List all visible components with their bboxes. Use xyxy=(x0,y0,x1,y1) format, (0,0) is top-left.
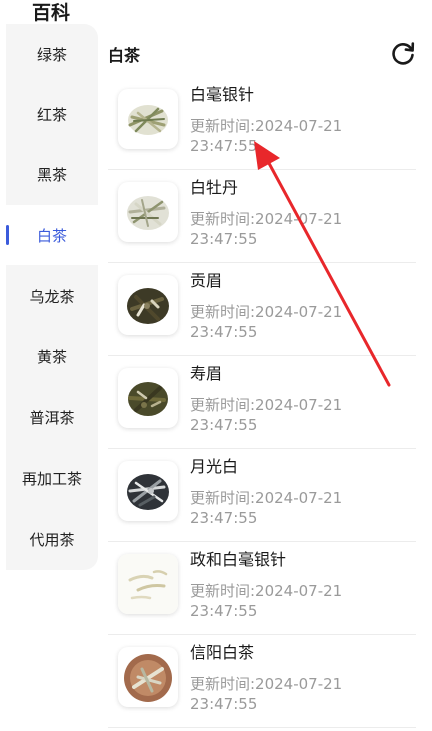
tea-name: 白毫银针 xyxy=(190,85,255,104)
list-item[interactable]: 寿眉 更新时间:2024-07-21 23:47:55 xyxy=(108,355,416,449)
update-time: 更新时间:2024-07-21 23:47:55 xyxy=(190,675,343,713)
page-title: 百科 xyxy=(32,2,71,24)
tea-name: 寿眉 xyxy=(190,364,223,383)
sidebar-item-label: 黄茶 xyxy=(36,347,67,366)
sidebar-item-label: 乌龙茶 xyxy=(29,287,75,306)
update-time: 更新时间:2024-07-21 23:47:55 xyxy=(190,117,343,155)
sidebar-item-label: 普洱茶 xyxy=(29,408,75,427)
sidebar-item-label: 黑茶 xyxy=(36,165,67,184)
update-time: 更新时间:2024-07-21 23:47:55 xyxy=(190,489,343,527)
sidebar-item-label: 白茶 xyxy=(36,226,67,245)
tea-thumbnail xyxy=(118,368,178,428)
sidebar-item-dark-tea[interactable]: 黑茶 xyxy=(6,144,98,204)
tea-name: 贡眉 xyxy=(190,271,223,290)
category-sidebar: 绿茶 红茶 黑茶 白茶 乌龙茶 黄茶 普洱茶 再加工茶 代用茶 xyxy=(6,24,98,570)
tea-name: 月光白 xyxy=(190,457,239,476)
sidebar-item-label: 再加工茶 xyxy=(21,469,82,488)
list-item[interactable]: 贡眉 更新时间:2024-07-21 23:47:55 xyxy=(108,262,416,356)
sidebar-item-substitute-tea[interactable]: 代用茶 xyxy=(6,509,98,569)
list-item[interactable]: 白牡丹 更新时间:2024-07-21 23:47:55 xyxy=(108,169,416,263)
tea-name: 白牡丹 xyxy=(190,178,239,197)
sidebar-item-label: 代用茶 xyxy=(29,530,75,549)
sidebar-item-green-tea[interactable]: 绿茶 xyxy=(6,24,98,84)
tea-thumbnail xyxy=(118,89,178,149)
sidebar-item-oolong-tea[interactable]: 乌龙茶 xyxy=(6,266,98,326)
sidebar-item-yellow-tea[interactable]: 黄茶 xyxy=(6,326,98,386)
tea-thumbnail xyxy=(118,275,178,335)
list-item[interactable]: 政和白毫银针 更新时间:2024-07-21 23:47:55 xyxy=(108,541,416,635)
update-time: 更新时间:2024-07-21 23:47:55 xyxy=(190,303,343,341)
sidebar-item-label: 红茶 xyxy=(36,105,67,124)
tea-thumbnail xyxy=(118,461,178,521)
sidebar-item-white-tea[interactable]: 白茶 xyxy=(6,205,98,265)
sidebar-item-black-tea[interactable]: 红茶 xyxy=(6,84,98,144)
refresh-icon[interactable] xyxy=(390,40,416,66)
section-title: 白茶 xyxy=(108,46,141,65)
tea-thumbnail xyxy=(118,182,178,242)
tea-thumbnail xyxy=(118,554,178,614)
sidebar-item-label: 绿茶 xyxy=(36,45,67,64)
tea-thumbnail xyxy=(118,647,178,707)
update-time: 更新时间:2024-07-21 23:47:55 xyxy=(190,396,343,434)
tea-name: 政和白毫银针 xyxy=(190,550,287,569)
list-item[interactable]: 白毫银针 更新时间:2024-07-21 23:47:55 xyxy=(108,76,416,170)
tea-name: 信阳白茶 xyxy=(190,643,255,662)
update-time: 更新时间:2024-07-21 23:47:55 xyxy=(190,582,343,620)
list-item[interactable]: 信阳白茶 更新时间:2024-07-21 23:47:55 xyxy=(108,634,416,728)
list-item[interactable]: 月光白 更新时间:2024-07-21 23:47:55 xyxy=(108,448,416,542)
sidebar-item-puer-tea[interactable]: 普洱茶 xyxy=(6,387,98,447)
sidebar-item-reprocessed-tea[interactable]: 再加工茶 xyxy=(6,448,98,508)
update-time: 更新时间:2024-07-21 23:47:55 xyxy=(190,210,343,248)
